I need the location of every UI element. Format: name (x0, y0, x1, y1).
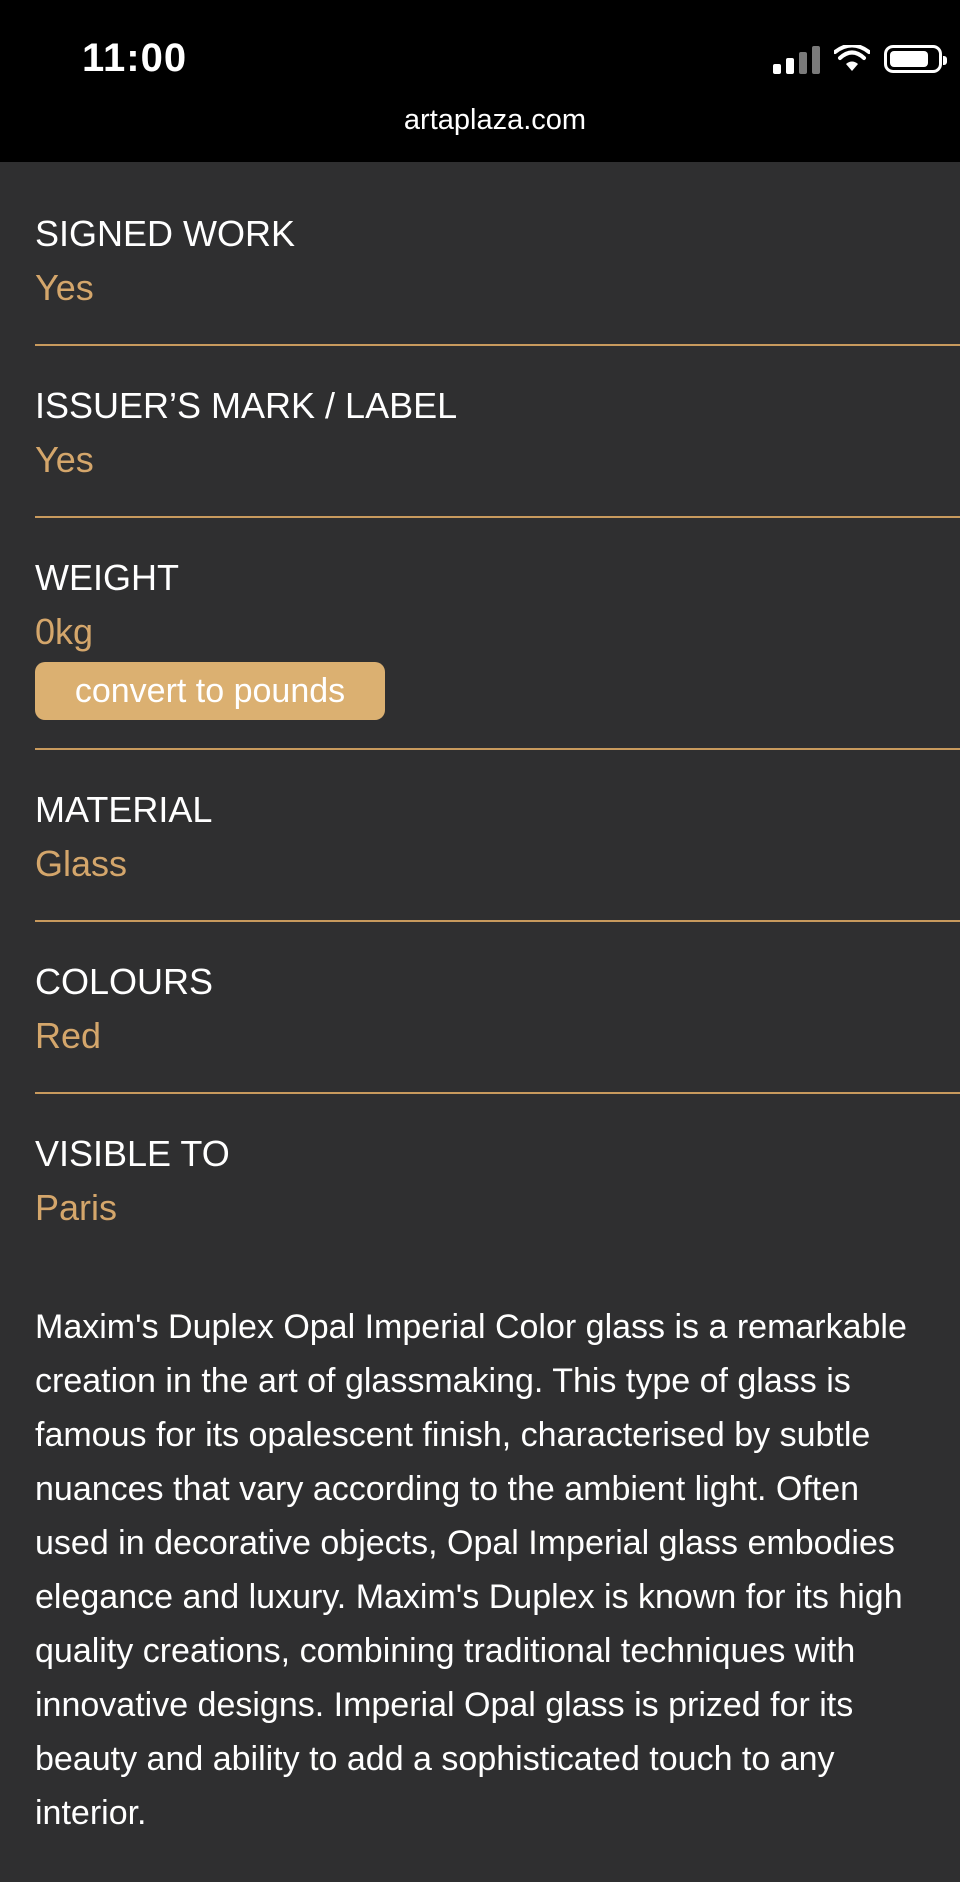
field-weight: WEIGHT 0kg (35, 556, 960, 654)
field-label: MATERIAL (35, 789, 213, 830)
description-line: elegance and luxury. Maxim's Duplex is k… (35, 1578, 903, 1616)
field-signed-work: SIGNED WORK Yes (35, 212, 960, 310)
description-line: creation in the art of glassmaking. This… (35, 1362, 851, 1400)
field-value: Paris (35, 1187, 118, 1228)
description-line: used in decorative objects, Opal Imperia… (35, 1524, 895, 1562)
field-value: Yes (35, 267, 94, 308)
address-bar-url[interactable]: artaplaza.com (0, 104, 960, 137)
field-label: SIGNED WORK (35, 213, 296, 254)
divider (35, 344, 960, 346)
description-line: nuances that vary according to the ambie… (35, 1470, 860, 1508)
battery-icon (884, 45, 947, 73)
field-label: WEIGHT (35, 557, 179, 598)
description-line: Maxim's Duplex Opal Imperial Color glass… (35, 1308, 907, 1346)
status-icons (773, 44, 947, 74)
description-line: interior. (35, 1794, 147, 1832)
description-line: famous for its opalescent finish, charac… (35, 1416, 871, 1454)
field-label: COLOURS (35, 961, 214, 1002)
status-time: 11:00 (82, 36, 188, 80)
divider (35, 1092, 960, 1094)
field-colours: COLOURS Red (35, 960, 960, 1058)
field-value: Glass (35, 843, 128, 884)
field-value: Yes (35, 439, 94, 480)
description-line: quality creations, combining traditional… (35, 1632, 856, 1670)
signal-icon (773, 44, 820, 74)
status-bar: 11:00 artaplaza.com (0, 0, 960, 162)
convert-to-pounds-button[interactable]: convert to pounds (35, 662, 385, 720)
divider (35, 748, 960, 750)
field-value: Red (35, 1015, 102, 1056)
field-material: MATERIAL Glass (35, 788, 960, 886)
wifi-icon (834, 45, 870, 71)
description-line: innovative designs. Imperial Opal glass … (35, 1686, 854, 1724)
field-label: VISIBLE TO (35, 1133, 230, 1174)
product-description: Maxim's Duplex Opal Imperial Color glass… (35, 1300, 960, 1860)
field-visible-to: VISIBLE TO Paris (35, 1132, 960, 1230)
divider (35, 920, 960, 922)
field-value: 0kg (35, 611, 94, 652)
description-line: beauty and ability to add a sophisticate… (35, 1740, 835, 1778)
field-issuer-mark: ISSUER’S MARK / LABEL Yes (35, 384, 960, 482)
field-label: ISSUER’S MARK / LABEL (35, 385, 458, 426)
divider (35, 516, 960, 518)
